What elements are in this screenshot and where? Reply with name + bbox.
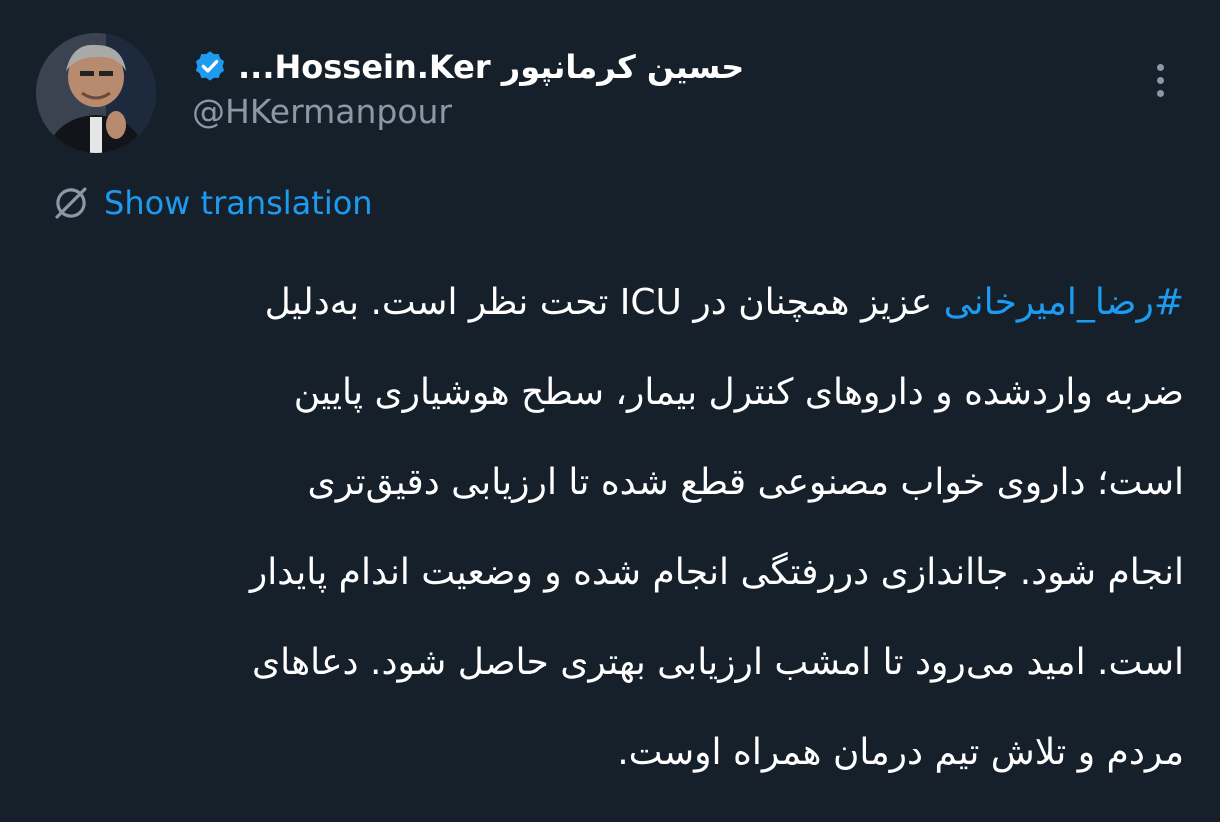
more-vertical-icon	[1156, 63, 1164, 71]
profile-photo	[36, 33, 156, 153]
translation-row[interactable]: Show translation	[50, 178, 373, 228]
avatar[interactable]	[36, 33, 156, 153]
tweet-text: #رضا_امیرخانی عزیز همچنان در ICU تحت نظر…	[38, 258, 1184, 798]
tweet-line-text: عزیز همچنان در ICU تحت نظر است. به‌دلیل	[264, 282, 944, 323]
author-name-row[interactable]: حسین کرمانپور Hossein.Ker...	[192, 42, 744, 92]
tweet-line: است؛ داروی خواب مصنوعی قطع شده تا ارزیاب…	[307, 462, 1184, 503]
globe-icon	[55, 187, 87, 219]
more-dot	[1156, 89, 1164, 97]
display-name: حسین کرمانپور Hossein.Ker...	[238, 48, 745, 86]
tweet-line: مردم و تلاش تیم درمان همراه اوست.	[617, 732, 1184, 773]
tweet-line: #رضا_امیرخانی عزیز همچنان در ICU تحت نظر…	[38, 258, 1184, 348]
show-translation-link[interactable]: Show translation	[104, 184, 373, 222]
tweet-line: است. امید می‌رود تا امشب ارزیابی بهتری ح…	[251, 642, 1184, 683]
verified-badge-icon	[195, 51, 225, 81]
user-handle[interactable]: @HKermanpour	[192, 92, 452, 131]
more-options-button[interactable]	[1138, 56, 1182, 104]
more-dot	[1156, 76, 1164, 84]
hashtag-link[interactable]: #رضا_امیرخانی	[944, 282, 1184, 323]
tweet-line: انجام شود. جااندازی دررفتگی انجام شده و …	[249, 552, 1184, 593]
tweet-line: ضربه واردشده و داروهای کنترل بیمار، سطح …	[293, 372, 1184, 413]
